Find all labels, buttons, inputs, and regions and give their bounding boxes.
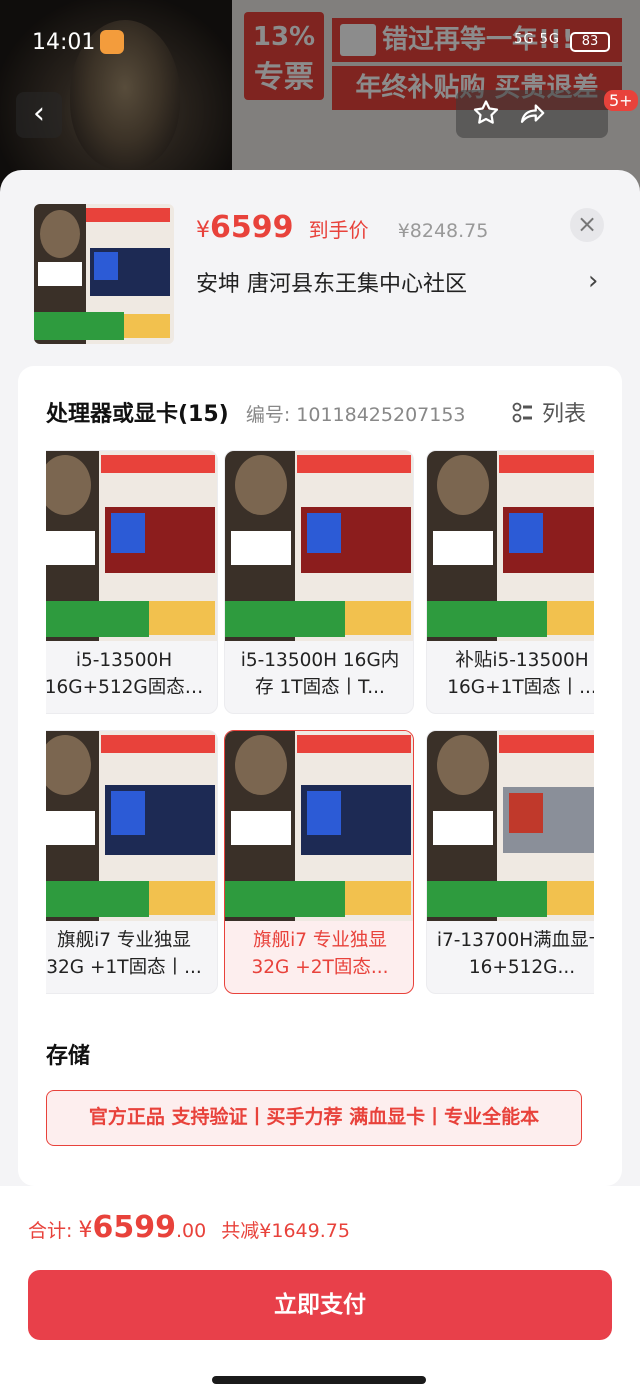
storage-option-selected[interactable]: 官方正品 支持验证丨买手力荐 满血显卡丨专业全能本 — [46, 1090, 582, 1146]
action-bar — [456, 90, 608, 138]
close-icon: × — [576, 210, 598, 238]
option-card[interactable]: i5-13500H 16G+512G固态丨高色域 — [46, 450, 218, 714]
option-label: 补贴i5-13500H 16G+1T固态丨... — [447, 650, 594, 698]
option-card[interactable]: 旗舰i7 专业独显 32G +1T固态丨... — [46, 730, 218, 994]
option-card[interactable]: 补贴i5-13500H 16G+1T固态丨... — [426, 450, 594, 714]
checkout-footer: 合计: ¥6599.00 共减¥1649.75 立即支付 — [0, 1186, 640, 1400]
star-icon[interactable] — [470, 98, 502, 130]
options-card: 处理器或显卡(15) 编号: 10118425207153 列表 i5-1350… — [18, 366, 622, 1186]
option-image — [427, 731, 594, 921]
option-card-selected[interactable]: 旗舰i7 专业独显 32G +2T固态... — [224, 730, 414, 994]
sku-selector-sheet: ¥6599 到手价 ¥8248.75 × 安坤 唐河县东王集中心社区 › 处理器… — [0, 170, 640, 1400]
section-header: 处理器或显卡(15) 编号: 10118425207153 — [46, 396, 466, 428]
option-card[interactable]: i7-13700H满血显卡16+512G... — [426, 730, 594, 994]
back-icon: ‹ — [33, 96, 45, 131]
option-image — [225, 731, 413, 921]
option-image — [46, 731, 217, 921]
app-notification-icon — [100, 30, 124, 54]
list-view-toggle[interactable]: 列表 — [512, 396, 586, 428]
option-image — [225, 451, 413, 641]
price-tag: 到手价 — [308, 218, 369, 242]
option-label: i7-13700H满血显卡16+512G... — [436, 930, 594, 978]
discount-amount: 共减¥1649.75 — [221, 1220, 350, 1242]
total-price: 合计: ¥6599.00 共减¥1649.75 — [28, 1210, 350, 1245]
option-grid: i5-13500H 16G+512G固态丨高色域 i5-13500H 16G内存… — [46, 450, 594, 1000]
delivery-address[interactable]: 安坤 唐河县东王集中心社区 — [196, 266, 467, 298]
option-image — [427, 451, 594, 641]
option-image — [46, 451, 217, 641]
back-button[interactable]: ‹ — [16, 92, 62, 138]
share-icon[interactable] — [516, 98, 548, 130]
storage-title: 存储 — [46, 1044, 91, 1069]
signal-icon: 5G 5G — [514, 32, 560, 47]
price-row: ¥6599 到手价 ¥8248.75 — [196, 210, 489, 245]
status-bar: 14:01 5G 5G 83 — [0, 26, 640, 60]
option-label: i5-13500H 16G+512G固态丨高色域 — [46, 650, 204, 698]
chevron-right-icon[interactable]: › — [588, 266, 598, 296]
option-label: 旗舰i7 专业独显 32G +1T固态丨... — [46, 930, 202, 978]
product-thumbnail[interactable] — [34, 204, 174, 344]
battery-icon: 83 — [570, 32, 610, 52]
close-button[interactable]: × — [570, 208, 604, 242]
option-label: 旗舰i7 专业独显 32G +2T固态... — [251, 930, 389, 978]
option-card[interactable]: i5-13500H 16G内存 1T固态丨T... — [224, 450, 414, 714]
cart-count-badge: 5+ — [604, 90, 638, 111]
option-label: i5-13500H 16G内存 1T固态丨T... — [240, 650, 400, 698]
product-code: 编号: 10118425207153 — [245, 404, 466, 426]
final-price: 6599 — [210, 210, 294, 245]
home-indicator[interactable] — [212, 1376, 426, 1384]
grid-list-icon — [512, 402, 532, 423]
original-price: ¥8248.75 — [397, 220, 489, 242]
status-time: 14:01 — [32, 30, 96, 55]
section-title: 处理器或显卡(15) — [46, 402, 229, 427]
pay-now-button[interactable]: 立即支付 — [28, 1270, 612, 1340]
